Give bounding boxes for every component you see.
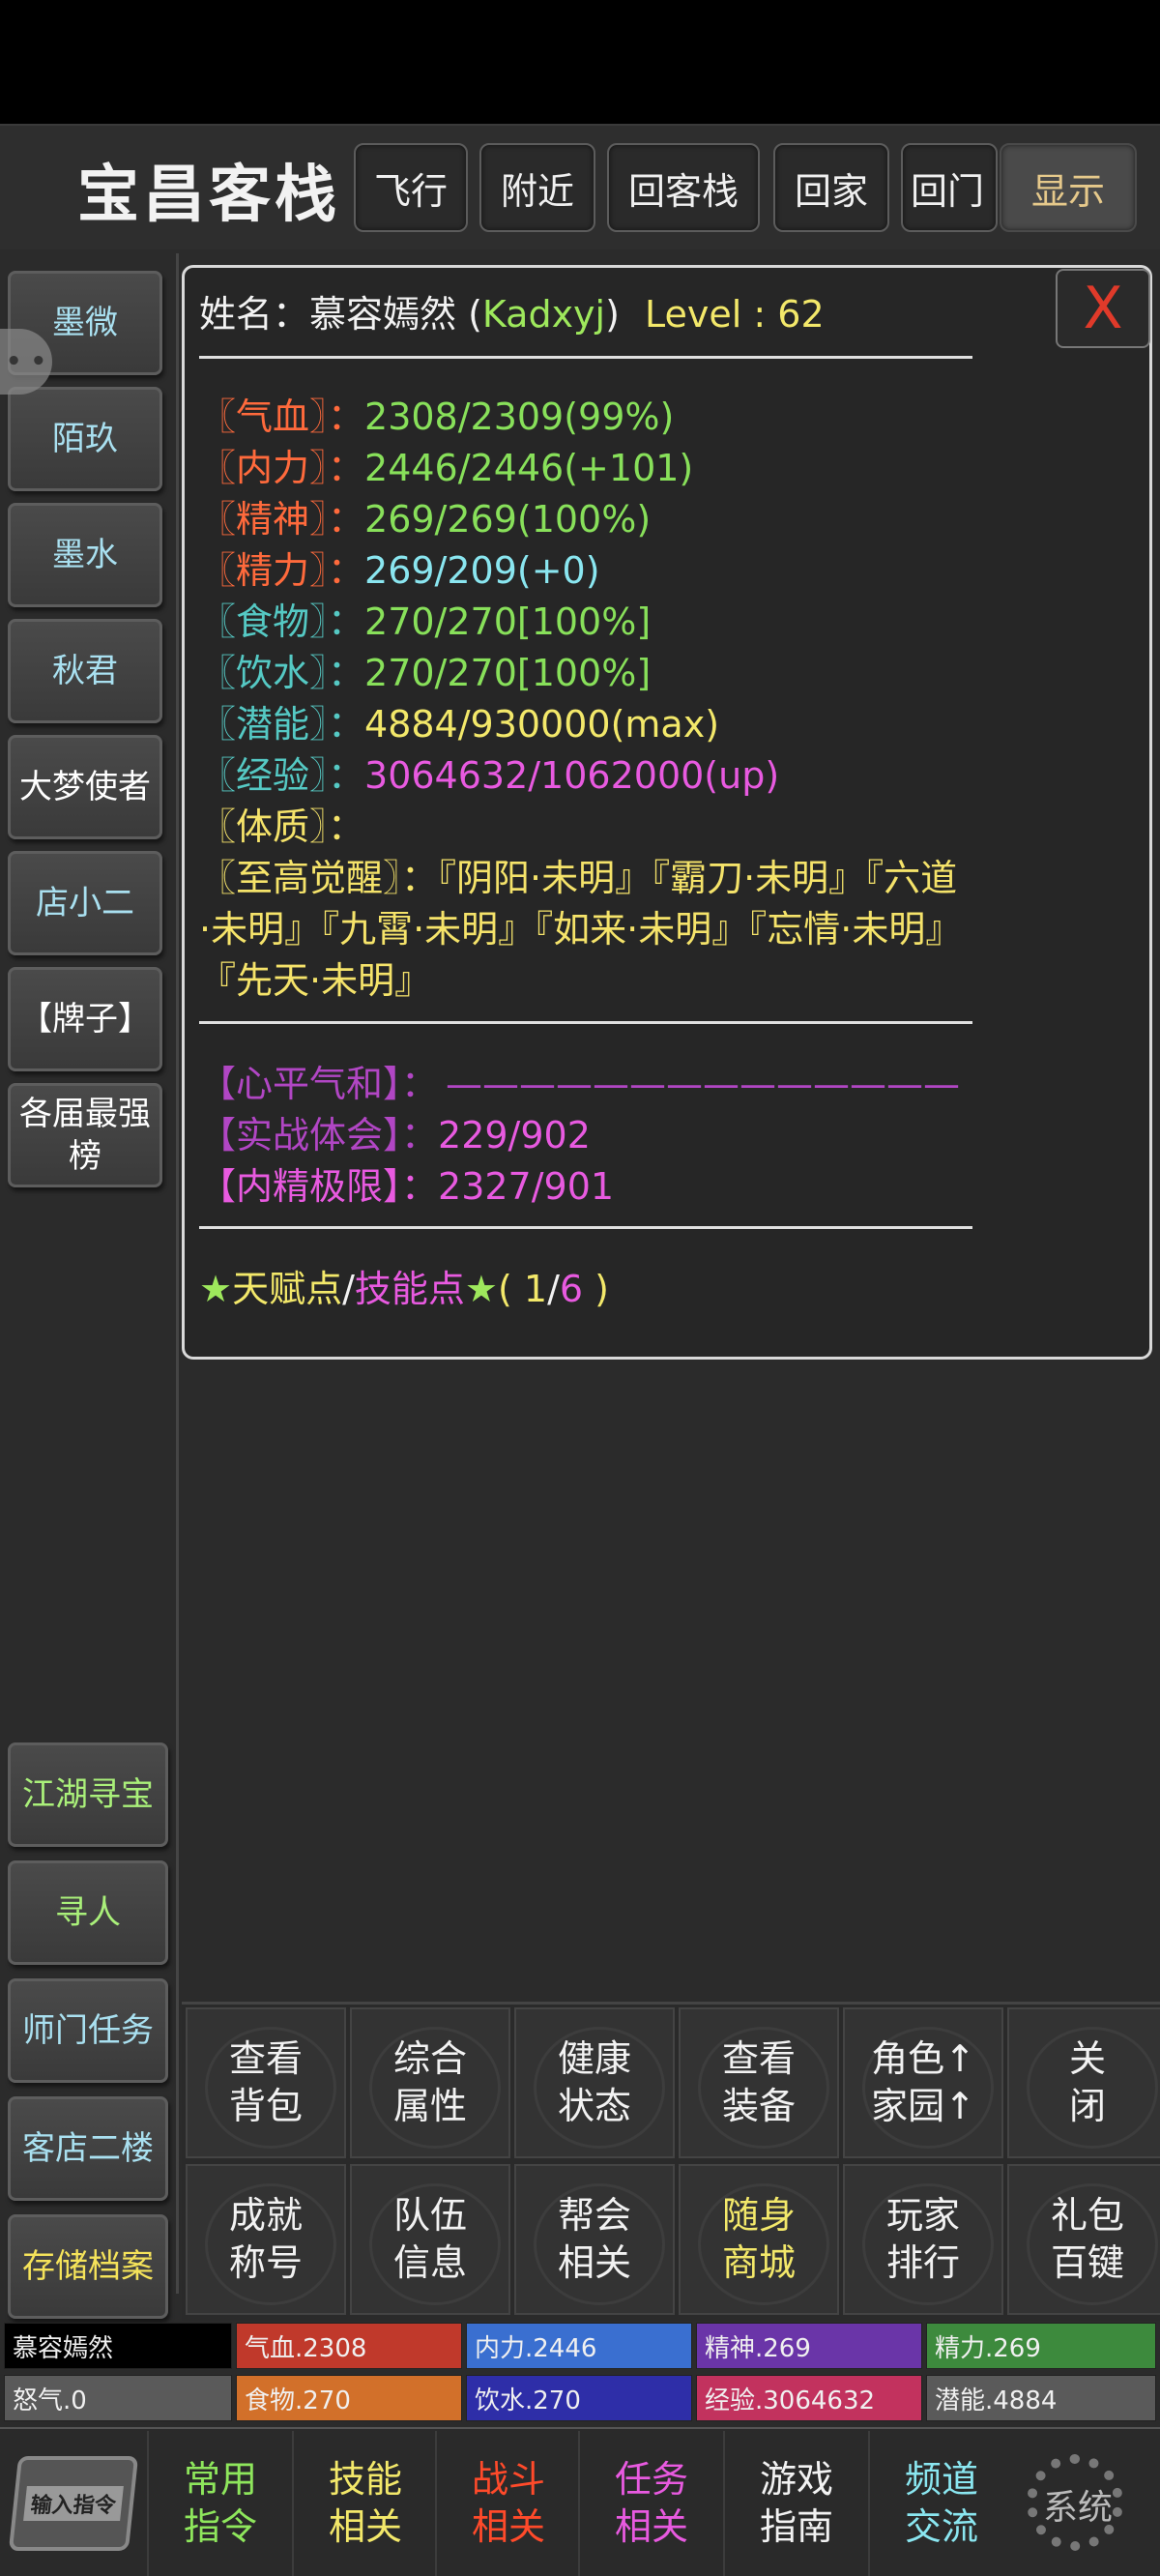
stat-row-spirit: 〖精神〗：269/269(100%)	[199, 498, 652, 541]
system-button[interactable]: 系统	[1015, 2446, 1141, 2562]
stat-row-hp: 〖气血〗：2308/2309(99%)	[199, 395, 675, 438]
statbar-exp: 经验.3064632	[696, 2375, 922, 2421]
statbar-water: 饮水.270	[466, 2375, 692, 2421]
nav-common-commands[interactable]: 常用 指令	[147, 2431, 292, 2576]
stat-row-exp: 〖经验〗：3064632/1062000(up)	[199, 754, 780, 797]
back-sect-button[interactable]: 回门	[901, 143, 998, 232]
sidebar-item-find-person[interactable]: 寻人	[8, 1860, 168, 1965]
stat-row-energy: 〖精力〗：269/209(+0)	[199, 549, 600, 592]
gift-pack-button[interactable]: 礼包 百键	[1007, 2164, 1160, 2315]
nav-combat[interactable]: 战斗 相关	[435, 2431, 580, 2576]
talent-skill-points: ★天赋点/技能点★( 1/6 )	[199, 1268, 609, 1310]
close-menu-button[interactable]: 关 闭	[1007, 2007, 1160, 2158]
awaken-line-2: ·未明』『九霄·未明』『如来·未明』『忘情·未明』	[199, 908, 963, 951]
sidebar-item-sect-mission[interactable]: 师门任务	[8, 1978, 168, 2083]
statbar-mp: 内力.2446	[466, 2323, 692, 2369]
status-bar-area	[0, 0, 1160, 124]
location-title: 宝昌客栈	[77, 160, 340, 231]
view-equipment-button[interactable]: 查看 装备	[679, 2007, 839, 2158]
stat-row-mp: 〖内力〗：2446/2446(+101)	[199, 447, 694, 489]
panel-divider	[199, 356, 972, 359]
sidebar-item-sign[interactable]: 【牌子】	[8, 967, 162, 1071]
stat-row-potential: 〖潜能〗：4884/930000(max)	[199, 703, 720, 746]
statbar-spirit: 精神.269	[696, 2323, 922, 2369]
sidebar-item-moshui[interactable]: 墨水	[8, 503, 162, 607]
nav-game-guide[interactable]: 游戏 指南	[723, 2431, 868, 2576]
team-info-button[interactable]: 队伍 信息	[350, 2164, 510, 2315]
sidebar-divider	[176, 253, 179, 2294]
sidebar-item-qiujun[interactable]: 秋君	[8, 619, 162, 723]
guild-button[interactable]: 帮会 相关	[514, 2164, 675, 2315]
statbar-name: 慕容嫣然	[4, 2323, 232, 2369]
statbar-food: 食物.270	[236, 2375, 462, 2421]
sub-stat-calm: 【心平气和】： ——————————————	[199, 1063, 961, 1105]
statbar-rage: 怒气.0	[4, 2375, 232, 2421]
back-inn-button[interactable]: 回客栈	[607, 143, 760, 232]
view-bag-button[interactable]: 查看 背包	[186, 2007, 346, 2158]
nav-channel-chat[interactable]: 频道 交流	[868, 2431, 1013, 2576]
mobile-shop-button[interactable]: 随身 商城	[679, 2164, 839, 2315]
sidebar-item-save-archive[interactable]: 存储档案	[8, 2214, 168, 2319]
go-home-button[interactable]: 回家	[773, 143, 889, 232]
statbar-potential: 潜能.4884	[926, 2375, 1156, 2421]
fly-button[interactable]: 飞行	[354, 143, 468, 232]
character-name-line: 姓名：慕容嫣然 (Kadxyj) Level : 62	[199, 284, 825, 337]
awaken-line-3: 『先天·未明』	[199, 959, 432, 1002]
sub-stat-essence-limit: 【内精极限】：2327/901	[199, 1165, 615, 1208]
player-ranking-button[interactable]: 玩家 排行	[843, 2164, 1003, 2315]
nav-skills[interactable]: 技能 相关	[292, 2431, 437, 2576]
attributes-button[interactable]: 综合 属性	[350, 2007, 510, 2158]
awaken-line-1: 〖至高觉醒〗：『阴阳·未明』『霸刀·未明』『六道	[199, 857, 958, 899]
statbar-energy: 精力.269	[926, 2323, 1156, 2369]
nearby-button[interactable]: 附近	[479, 143, 595, 232]
achievements-button[interactable]: 成就 称号	[186, 2164, 346, 2315]
sidebar-item-dream-envoy[interactable]: 大梦使者	[8, 735, 162, 839]
sidebar-item-rankings[interactable]: 各届最强 榜	[8, 1083, 162, 1187]
character-id: Kadxyj	[481, 293, 606, 336]
sidebar-item-treasure-hunt[interactable]: 江湖寻宝	[8, 1742, 168, 1847]
panel-divider	[199, 1226, 972, 1229]
stat-row-constitution: 〖体质〗：	[199, 805, 365, 848]
stat-row-food: 〖食物〗：270/270[100%]	[199, 600, 652, 643]
sidebar-item-mojiu[interactable]: 陌玖	[8, 387, 162, 491]
health-status-button[interactable]: 健康 状态	[514, 2007, 675, 2158]
show-button[interactable]: 显示	[1000, 143, 1137, 232]
sidebar-item-inn-upstairs[interactable]: 客店二楼	[8, 2096, 168, 2201]
command-input-button[interactable]: 输入指令	[8, 2456, 139, 2551]
name-close: )	[605, 293, 620, 336]
close-panel-button[interactable]: X	[1056, 269, 1150, 348]
character-home-button[interactable]: 角色↑ 家园↑	[843, 2007, 1003, 2158]
sidebar-item-waiter[interactable]: 店小二	[8, 851, 162, 955]
character-level: Level : 62	[645, 293, 825, 336]
sub-stat-combat-experience: 【实战体会】：229/902	[199, 1114, 591, 1156]
statbar-hp: 气血.2308	[236, 2323, 462, 2369]
panel-divider	[199, 1021, 972, 1024]
name-label: 姓名：慕容嫣然 (	[199, 293, 482, 336]
stat-row-water: 〖饮水〗：270/270[100%]	[199, 652, 652, 694]
nav-quests[interactable]: 任务 相关	[578, 2431, 723, 2576]
